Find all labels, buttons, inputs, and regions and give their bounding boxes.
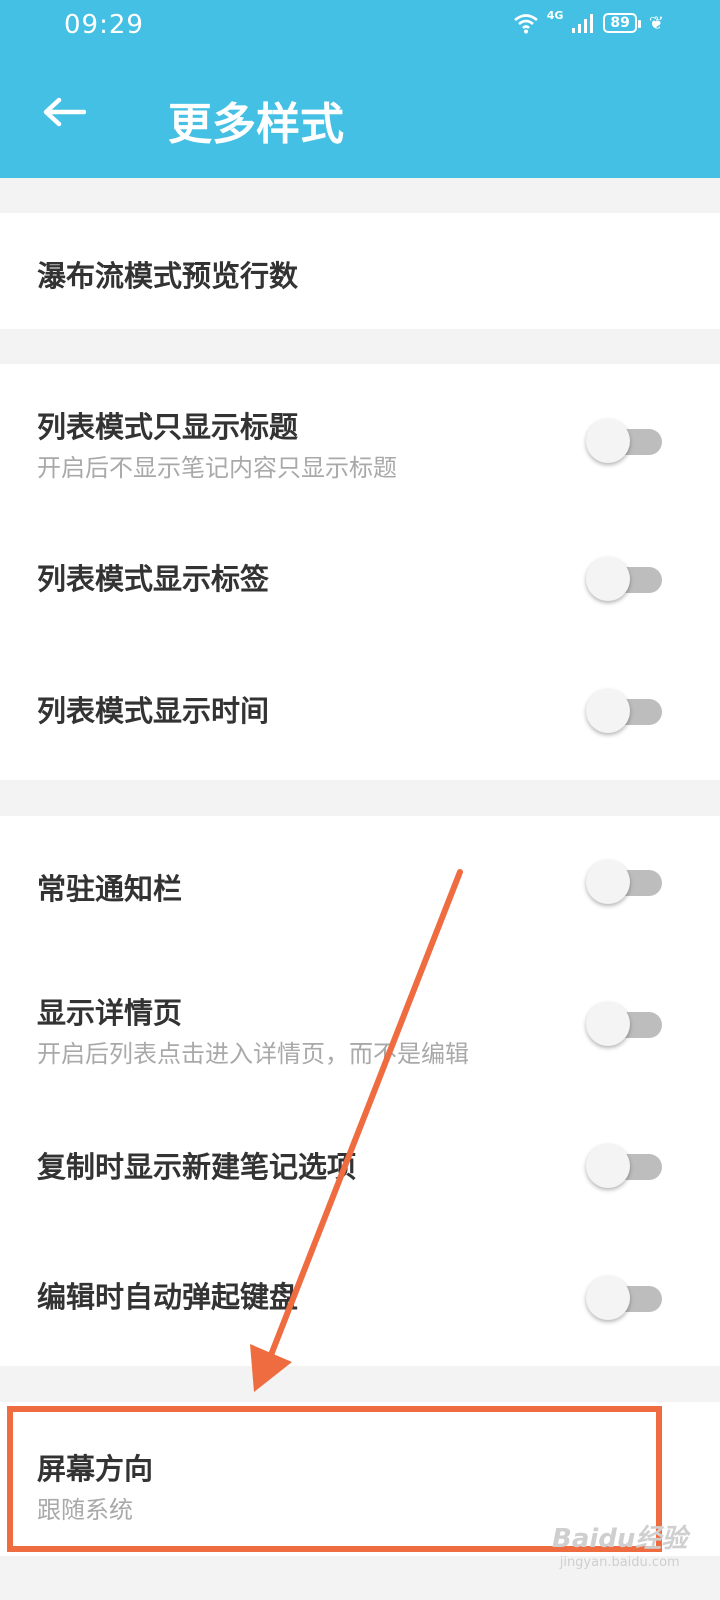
page-title: 更多样式 [168, 99, 344, 150]
setting-auto-keyboard[interactable]: 编辑时自动弹起键盘 [0, 1234, 720, 1366]
toggle-persistent-notification[interactable] [586, 860, 662, 904]
back-arrow-icon [43, 97, 86, 127]
setting-title: 屏幕方向 [37, 1452, 154, 1486]
setting-list-title-only[interactable]: 列表模式只显示标题 开启后不显示笔记内容只显示标题 [0, 364, 720, 516]
setting-list-show-time[interactable]: 列表模式显示时间 [0, 648, 720, 780]
wifi-icon [513, 14, 538, 34]
battery-icon: 89 [603, 13, 642, 33]
app-bar: 更多样式 [0, 52, 720, 178]
setting-title: 显示详情页 [37, 996, 183, 1030]
back-button[interactable] [34, 82, 94, 142]
toggle-list-title-only[interactable] [586, 419, 662, 463]
watermark-main: Baidu经验 [552, 1524, 688, 1554]
setting-waterfall-preview-rows[interactable]: 瀑布流模式预览行数 [0, 213, 720, 329]
setting-title: 列表模式显示时间 [37, 694, 270, 728]
watermark: Baidu经验 jingyan.baidu.com [552, 1518, 687, 1570]
setting-title: 列表模式只显示标题 [37, 410, 299, 444]
signal-icon [572, 14, 594, 33]
setting-list-show-tags[interactable]: 列表模式显示标签 [0, 516, 720, 648]
setting-title: 编辑时自动弹起键盘 [37, 1280, 299, 1314]
settings-section-general: 常驻通知栏 显示详情页 开启后列表点击进入详情页，而不是编辑 复制时显示新建笔记… [0, 816, 720, 1366]
setting-subtitle: 开启后不显示笔记内容只显示标题 [37, 454, 397, 482]
setting-copy-new-note-option[interactable]: 复制时显示新建笔记选项 [0, 1100, 720, 1234]
status-bar: 09:29 4G 89 ❦ [0, 0, 720, 52]
setting-persistent-notification[interactable]: 常驻通知栏 [0, 816, 720, 950]
setting-title: 列表模式显示标签 [37, 562, 270, 596]
toggle-copy-new-note-option[interactable] [586, 1144, 662, 1188]
setting-title: 复制时显示新建笔记选项 [37, 1150, 357, 1184]
network-type: 4G [546, 8, 564, 22]
toggle-list-show-time[interactable] [586, 689, 662, 733]
watermark-sub: jingyan.baidu.com [559, 1555, 680, 1570]
setting-show-detail-page[interactable]: 显示详情页 开启后列表点击进入详情页，而不是编辑 [0, 950, 720, 1100]
setting-subtitle: 开启后列表点击进入详情页，而不是编辑 [37, 1040, 469, 1068]
toggle-list-show-tags[interactable] [586, 557, 662, 601]
toggle-auto-keyboard[interactable] [586, 1276, 662, 1320]
setting-title: 瀑布流模式预览行数 [37, 259, 299, 293]
settings-section-list-mode: 列表模式只显示标题 开启后不显示笔记内容只显示标题 列表模式显示标签 列表模式显… [0, 364, 720, 780]
leaf-icon: ❦ [648, 12, 664, 34]
status-time: 09:29 [64, 10, 144, 40]
setting-subtitle: 跟随系统 [37, 1496, 133, 1524]
setting-title: 常驻通知栏 [37, 872, 183, 906]
status-icons: 4G 89 ❦ [513, 8, 664, 34]
toggle-show-detail-page[interactable] [586, 1002, 662, 1046]
settings-section-preview: 瀑布流模式预览行数 [0, 213, 720, 329]
